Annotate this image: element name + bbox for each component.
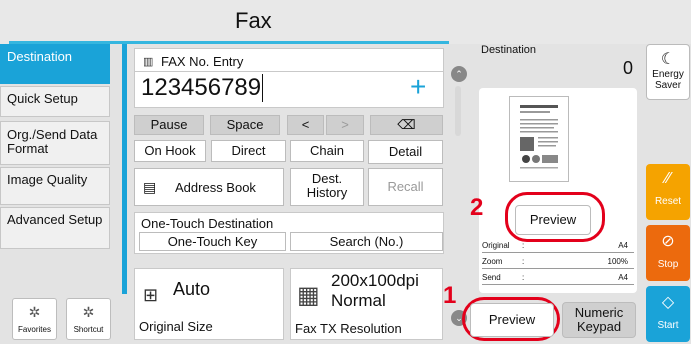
cursor-right-button[interactable]: > (326, 115, 364, 135)
detail-button[interactable]: Detail (368, 140, 443, 164)
info-label: Send (482, 273, 501, 282)
info-separator: : (522, 273, 525, 282)
sidebar-item-quick-setup[interactable]: Quick Setup (0, 86, 110, 117)
info-label: Original (482, 241, 510, 250)
sidebar-item-destination[interactable]: Destination (0, 44, 110, 84)
start-button[interactable]: ◇ Start (646, 286, 690, 342)
fax-resolution-label: Fax TX Resolution (295, 321, 402, 336)
direct-button[interactable]: Direct (211, 140, 286, 162)
chain-button[interactable]: Chain (290, 140, 364, 162)
divider (135, 71, 443, 72)
sidebar-active-strip (122, 44, 127, 294)
gear-star-icon: ✲ (82, 304, 95, 320)
energy-saver-button[interactable]: ☾ Energy Saver (646, 44, 690, 100)
fax-number-input[interactable]: 123456789 (141, 74, 264, 102)
destination-count: 0 (623, 58, 634, 78)
callout-number-1: 1 (443, 282, 457, 309)
one-touch-title: One-Touch Destination (141, 216, 274, 231)
scrollbar-track[interactable] (455, 86, 461, 136)
gear-star-icon: ✲ (28, 304, 41, 320)
original-size-icon: ⊞ (143, 285, 159, 305)
fax-resolution-icon: ▦ (297, 282, 320, 309)
search-no-button[interactable]: Search (No.) (290, 232, 443, 251)
original-size-button[interactable]: ⊞ Auto Original Size (134, 268, 284, 340)
stop-label: Stop (657, 259, 679, 270)
numeric-keypad-button[interactable]: Numeric Keypad (562, 302, 636, 338)
preview-thumbnail-button[interactable]: Preview (515, 205, 591, 235)
backspace-button[interactable]: ⌫ (370, 115, 443, 135)
stop-button[interactable]: ⊘ Stop (646, 225, 690, 281)
info-value: A4 (618, 273, 628, 282)
scroll-up-button[interactable]: ⌃ (451, 66, 467, 82)
original-size-value: Auto (173, 279, 211, 299)
address-book-button[interactable]: ▤ Address Book (134, 168, 284, 206)
recall-button[interactable]: Recall (368, 168, 443, 206)
original-size-label: Original Size (139, 319, 213, 334)
preview-button[interactable]: Preview (470, 303, 554, 337)
moon-icon: ☾ (660, 51, 676, 68)
stop-icon: ⊘ (661, 233, 675, 250)
sidebar-item-image-quality[interactable]: Image Quality (0, 167, 110, 205)
info-separator: : (522, 257, 525, 266)
info-separator: : (522, 241, 525, 250)
fax-entry-panel: ▥ FAX No. Entry 123456789 + (134, 48, 444, 108)
start-label: Start (657, 320, 679, 331)
shortcut-button[interactable]: ✲ Shortcut (66, 298, 111, 340)
dest-history-button[interactable]: Dest. History (290, 168, 364, 206)
info-row-send: Send : A4 (482, 272, 634, 285)
pause-button[interactable]: Pause (134, 115, 204, 135)
space-button[interactable]: Space (210, 115, 280, 135)
start-icon: ◇ (661, 294, 675, 311)
info-label: Zoom (482, 257, 503, 266)
favorites-button[interactable]: ✲ Favorites (12, 298, 57, 340)
page-title: Fax (235, 8, 272, 33)
fax-resolution-value: 200x100dpi Normal (331, 271, 419, 310)
info-value: A4 (618, 241, 628, 250)
document-thumbnail (509, 96, 569, 182)
cursor-left-button[interactable]: < (287, 115, 324, 135)
on-hook-button[interactable]: On Hook (134, 140, 206, 162)
callout-number-2: 2 (470, 194, 484, 221)
reset-label: Reset (654, 196, 682, 207)
one-touch-key-button[interactable]: One-Touch Key (139, 232, 286, 251)
fax-book-icon: ▥ (143, 56, 154, 68)
destination-label: Destination (481, 44, 537, 56)
address-book-label: Address Book (175, 180, 256, 195)
info-row-original: Original : A4 (482, 240, 634, 253)
fax-tx-resolution-button[interactable]: ▦ 200x100dpi Normal Fax TX Resolution (290, 268, 443, 340)
info-row-zoom: Zoom : 100% (482, 256, 634, 269)
sidebar-item-advanced-setup[interactable]: Advanced Setup (0, 207, 110, 249)
add-destination-button[interactable]: + (410, 72, 426, 102)
shortcut-label: Shortcut (73, 325, 104, 334)
info-value: 100% (607, 257, 628, 266)
sidebar-item-org-send-data-format[interactable]: Org./Send Data Format (0, 121, 110, 165)
fax-entry-title: FAX No. Entry (161, 54, 244, 69)
address-book-icon: ▤ (143, 179, 157, 195)
energy-saver-label: Energy Saver (652, 69, 684, 91)
reset-icon: ⁄⁄ (665, 170, 671, 187)
favorites-label: Favorites (18, 325, 51, 334)
reset-button[interactable]: ⁄⁄ Reset (646, 164, 690, 220)
header-bar: Fax (0, 0, 691, 44)
